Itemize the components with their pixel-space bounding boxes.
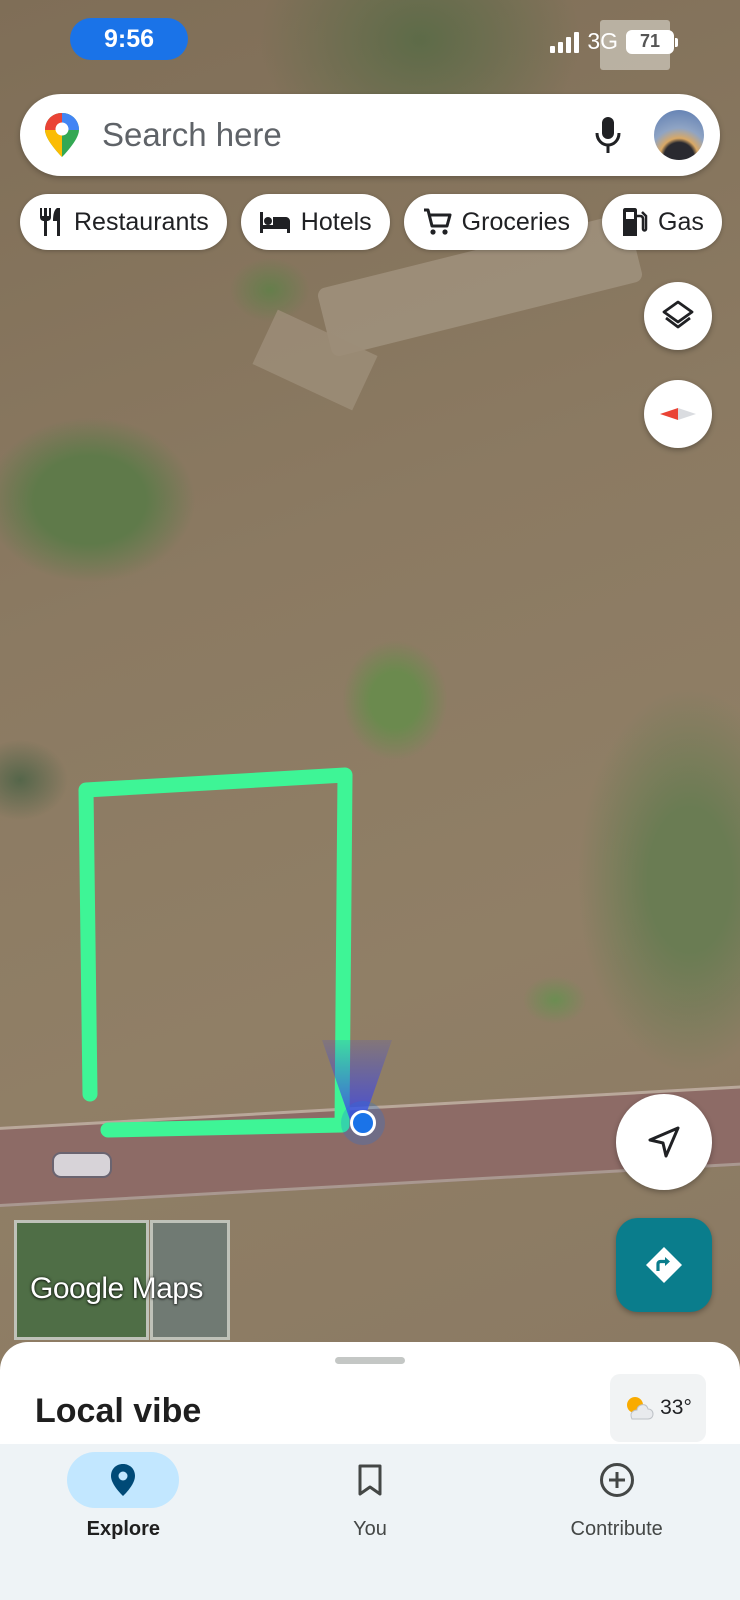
battery-level: 71 (639, 31, 661, 51)
directions-icon (646, 1247, 682, 1283)
hotel-icon (259, 212, 290, 233)
partly-sunny-icon (627, 1397, 654, 1420)
signal-icon (550, 31, 580, 53)
account-avatar[interactable] (654, 110, 704, 160)
explore-pin-icon (111, 1464, 136, 1496)
nav-label: Contribute (570, 1518, 663, 1540)
directions-button[interactable] (616, 1218, 712, 1312)
nav-you[interactable]: You (247, 1444, 494, 1600)
nav-label: You (353, 1518, 387, 1540)
navigation-arrow-icon (648, 1126, 680, 1158)
chip-label: Gas (658, 207, 704, 236)
compass-icon (660, 408, 696, 420)
layers-button[interactable] (644, 282, 712, 350)
nav-label: Explore (86, 1518, 161, 1540)
category-chips: Restaurants Hotels Groceries Gas (20, 194, 722, 250)
compass-button[interactable] (644, 380, 712, 448)
status-indicators: 3G 71 (550, 28, 678, 55)
add-circle-icon (599, 1463, 634, 1497)
chip-groceries[interactable]: Groceries (403, 194, 589, 250)
search-input[interactable] (102, 116, 588, 154)
search-bar[interactable] (20, 94, 720, 176)
battery-icon: 71 (626, 29, 678, 54)
current-location-dot (350, 1110, 376, 1136)
layers-icon (662, 300, 694, 329)
chip-label: Restaurants (74, 207, 209, 236)
sheet-title: Local vibe (35, 1392, 202, 1430)
google-maps-watermark: Google Maps (30, 1272, 203, 1305)
gas-station-icon (623, 208, 648, 236)
chip-restaurants[interactable]: Restaurants (20, 194, 227, 250)
temperature: 33° (660, 1396, 692, 1419)
sheet-drag-handle[interactable] (335, 1357, 405, 1364)
restaurant-icon (40, 208, 60, 236)
chip-hotels[interactable]: Hotels (240, 194, 390, 250)
nav-you-icon-container (314, 1452, 426, 1508)
chip-label: Hotels (300, 207, 372, 236)
bottom-navigation: Explore You Contribute (0, 1444, 740, 1600)
network-type: 3G (587, 28, 618, 54)
chip-gas[interactable]: Gas (602, 194, 722, 250)
recenter-location-button[interactable] (616, 1094, 712, 1190)
bookmark-icon (358, 1464, 382, 1496)
nav-explore-icon-container (67, 1452, 180, 1508)
microphone-icon[interactable] (588, 111, 628, 159)
chip-label: Groceries (461, 207, 571, 236)
nav-explore[interactable]: Explore (0, 1444, 247, 1600)
status-time: 9:56 (70, 18, 188, 60)
cart-icon (423, 208, 452, 235)
weather-chip[interactable]: 33° (610, 1374, 706, 1442)
google-maps-logo-icon (45, 113, 79, 157)
nav-contribute[interactable]: Contribute (493, 1444, 740, 1600)
nav-contribute-icon-container (561, 1452, 673, 1508)
